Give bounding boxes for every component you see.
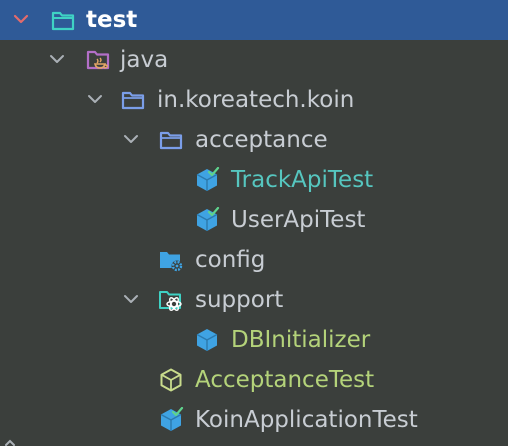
chevron-down-icon[interactable] bbox=[10, 8, 32, 30]
tree-row-acceptance[interactable]: acceptance bbox=[0, 120, 508, 160]
abstract-class-icon bbox=[160, 368, 182, 392]
tree-row-user-api-test[interactable]: UserApiTest bbox=[0, 200, 508, 240]
chevron-down-icon[interactable] bbox=[120, 288, 142, 310]
tree-row-package[interactable]: in.koreatech.koin bbox=[0, 80, 508, 120]
tree-label-koin-application-test: KoinApplicationTest bbox=[195, 407, 418, 433]
tree-row-koin-application-test[interactable]: KoinApplicationTest bbox=[0, 400, 508, 440]
config-folder-icon bbox=[160, 252, 183, 272]
package-folder-icon bbox=[159, 131, 183, 150]
tree-label-java: java bbox=[120, 47, 169, 73]
tree-label-test: test bbox=[86, 7, 138, 33]
test-class-icon bbox=[160, 407, 184, 431]
tree-label-db-initializer: DBInitializer bbox=[231, 327, 371, 353]
tree-row-test[interactable]: test bbox=[0, 0, 508, 40]
chevron-down-icon[interactable] bbox=[120, 128, 142, 150]
package-folder-icon bbox=[121, 91, 145, 110]
tree-label-acceptance-test: AcceptanceTest bbox=[195, 367, 375, 393]
tree-label-package: in.koreatech.koin bbox=[157, 87, 355, 113]
java-source-folder-icon bbox=[86, 50, 110, 70]
tree-row-config[interactable]: config bbox=[0, 240, 508, 280]
test-folder-icon bbox=[51, 11, 75, 31]
test-class-icon bbox=[196, 167, 220, 191]
tree-label-acceptance: acceptance bbox=[195, 127, 328, 153]
tree-label-support: support bbox=[195, 287, 284, 313]
tree-row-db-initializer[interactable]: DBInitializer bbox=[0, 320, 508, 360]
tree-row-java[interactable]: java bbox=[0, 40, 508, 80]
class-icon bbox=[196, 329, 218, 351]
chevron-down-icon[interactable] bbox=[84, 88, 106, 110]
test-class-icon bbox=[196, 207, 220, 231]
chevron-right-icon bbox=[5, 439, 15, 446]
tree-label-track-api-test: TrackApiTest bbox=[231, 167, 374, 193]
project-tree: test java in.koreatech.koin acceptance T… bbox=[0, 0, 508, 446]
tree-row-track-api-test[interactable]: TrackApiTest bbox=[0, 160, 508, 200]
tree-label-config: config bbox=[195, 247, 266, 273]
tree-row-support[interactable]: support bbox=[0, 280, 508, 320]
tree-row-acceptance-test[interactable]: AcceptanceTest bbox=[0, 360, 508, 400]
support-folder-icon bbox=[159, 291, 182, 311]
tree-label-user-api-test: UserApiTest bbox=[231, 207, 366, 233]
chevron-down-icon[interactable] bbox=[46, 48, 68, 70]
